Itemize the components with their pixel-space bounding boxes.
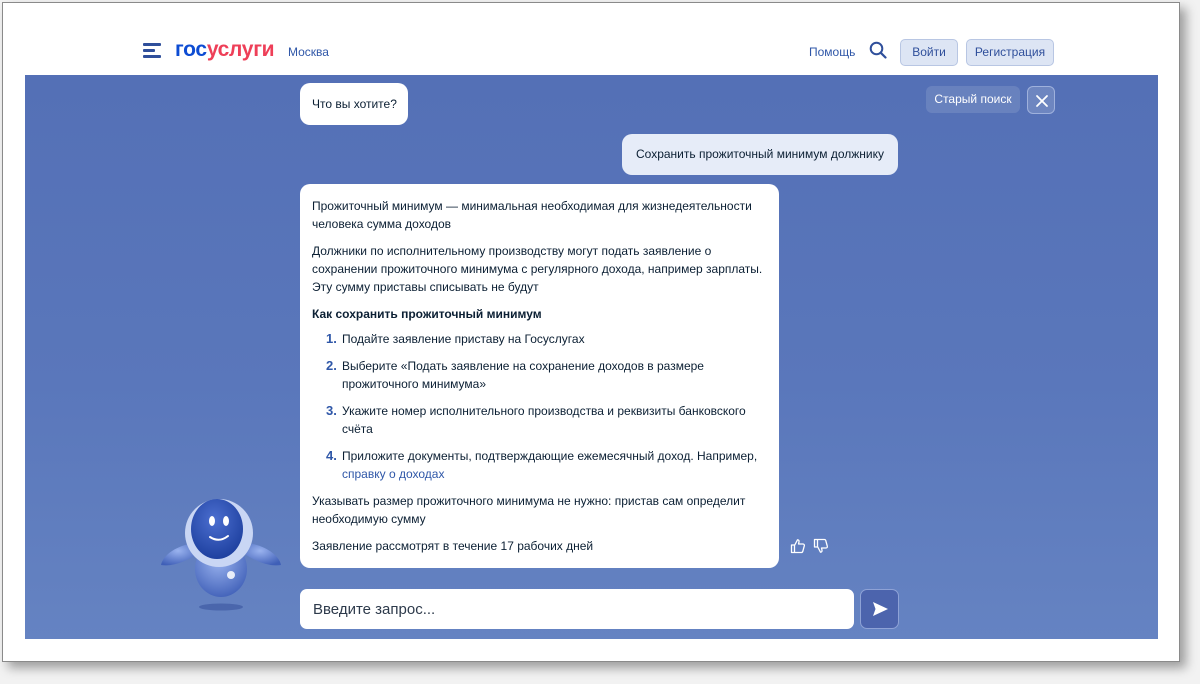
robot-mascot [161,499,281,611]
bot-answer-bubble: Прожиточный минимум — минимальная необхо… [300,184,779,568]
step-text: Укажите номер исполнительного производст… [342,404,746,436]
send-button[interactable] [860,589,899,629]
step-number: 3. [326,403,337,418]
steps-list: 1. Подайте заявление приставу на Госуслу… [312,330,767,483]
app-window: госуслуги Москва Помощь Войти Регистраци… [2,2,1180,662]
send-icon [873,602,888,616]
step-number: 1. [326,331,337,346]
step-item: 3. Укажите номер исполнительного произво… [324,402,767,438]
query-input[interactable] [300,589,854,629]
step-number: 2. [326,358,337,373]
step-item: 1. Подайте заявление приставу на Госуслу… [324,330,767,348]
answer-intro: Прожиточный минимум — минимальная необхо… [312,199,752,231]
answer-note: Указывать размер прожиточного минимума н… [312,494,746,526]
logo-part-uslugi: услуги [206,38,275,61]
step-text: Выберите «Подать заявление на сохранение… [342,359,704,391]
gosuslugi-logo[interactable]: госуслуги [175,38,275,62]
step-number: 4. [326,448,337,463]
logo-part-gos: гос [175,38,207,61]
answer-paragraph: Должники по исполнительному производству… [312,244,763,294]
answer-deadline: Заявление рассмотрят в течение 17 рабочи… [312,539,594,553]
search-icon[interactable] [869,41,887,59]
header: госуслуги Москва Помощь Войти Регистраци… [3,3,1179,75]
bot-question-bubble: Что вы хотите? [300,83,408,125]
register-button[interactable]: Регистрация [966,39,1054,66]
menu-icon[interactable] [143,43,161,59]
step-text: Приложите документы, подтверждающие ежем… [342,449,758,463]
thumbs-down-icon[interactable] [813,538,829,554]
region-selector[interactable]: Москва [288,45,329,59]
step-item: 4. Приложите документы, подтверждающие е… [324,447,767,483]
step-item: 2. Выберите «Подать заявление на сохране… [324,357,767,393]
income-certificate-link[interactable]: справку о доходах [342,467,444,481]
old-search-button[interactable]: Старый поиск [926,86,1020,113]
help-link[interactable]: Помощь [809,45,855,59]
step-text: Подайте заявление приставу на Госуслугах [342,332,585,346]
chat-area: Что вы хотите? Старый поиск Сохранить пр… [25,75,1158,639]
user-message-bubble: Сохранить прожиточный минимум должнику [622,134,898,175]
close-button[interactable] [1027,86,1055,114]
thumbs-up-icon[interactable] [790,538,806,554]
login-button[interactable]: Войти [900,39,958,66]
close-icon [1036,95,1048,107]
answer-heading: Как сохранить прожиточный минимум [312,307,542,321]
